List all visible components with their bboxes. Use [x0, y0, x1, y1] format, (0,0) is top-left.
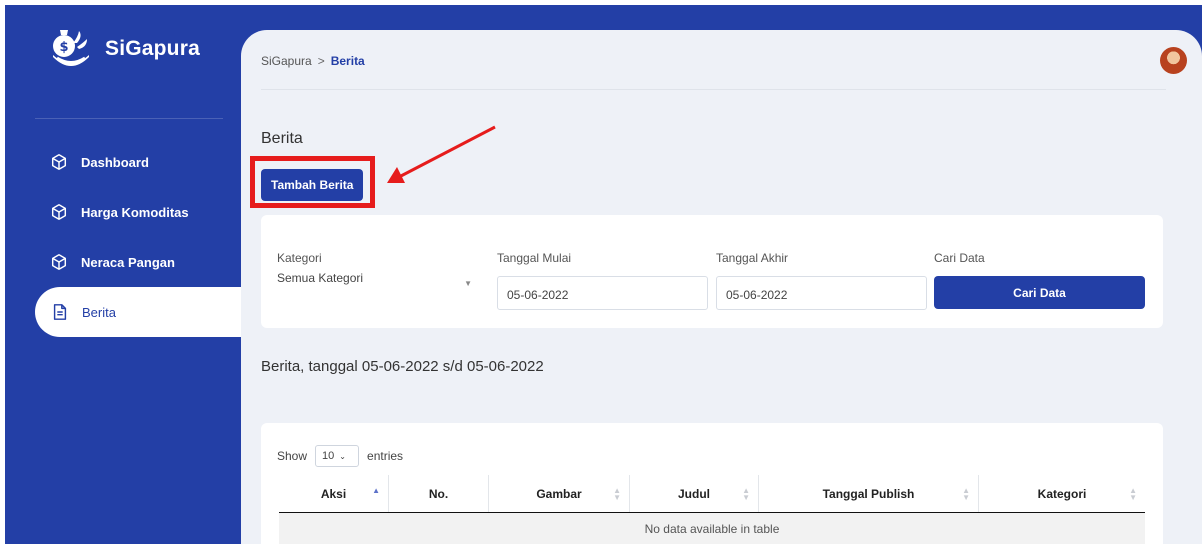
column-header-label: Gambar [536, 486, 582, 501]
sort-icon: ▲ ▼ [613, 486, 621, 502]
column-header-label: Kategori [1037, 486, 1087, 501]
table-header: Aksi ▲ No. Gambar ▲ ▼ Judul ▲ ▼ Tanggal … [279, 475, 1145, 513]
tanggal-akhir-label: Tanggal Akhir [716, 251, 789, 265]
svg-text:$: $ [59, 40, 68, 55]
sort-icon: ▲ ▼ [742, 486, 750, 502]
breadcrumb-current: Berita [330, 54, 365, 68]
column-header-gambar[interactable]: Gambar ▲ ▼ [489, 475, 630, 512]
cari-data-label: Cari Data [934, 251, 985, 265]
sidebar-item-harga-komoditas[interactable]: Harga Komoditas [5, 187, 245, 237]
column-header-label: Aksi [320, 486, 347, 501]
column-header-aksi[interactable]: Aksi ▲ [279, 475, 389, 512]
annotation-arrow-icon [387, 125, 496, 183]
breadcrumb: SiGapura > Berita [261, 54, 365, 68]
sort-icon: ▲ ▼ [1129, 486, 1137, 502]
brand[interactable]: $ SiGapura [49, 27, 200, 71]
column-header-no[interactable]: No. [389, 475, 489, 512]
kategori-select[interactable]: Semua Kategori ▼ [277, 271, 480, 301]
page-title: Berita [261, 130, 303, 147]
main-panel: SiGapura > Berita Berita Tambah Berita Kat… [241, 30, 1202, 544]
column-header-judul[interactable]: Judul ▲ ▼ [630, 475, 759, 512]
sidebar-item-label: Harga Komoditas [81, 204, 189, 220]
entries-length-select[interactable]: 10 ⌄ [315, 445, 360, 467]
table-card: Show 10 ⌄ entries Aksi ▲ No. Gambar ▲ ▼ … [261, 423, 1163, 544]
table-empty-row: No data available in table [279, 513, 1145, 544]
add-berita-button[interactable]: Tambah Berita [261, 169, 364, 201]
sidebar-divider [35, 118, 223, 119]
entries-label: entries [367, 449, 404, 463]
cari-data-button[interactable]: Cari Data [934, 276, 1145, 309]
sort-icon: ▲ ▼ [962, 486, 970, 502]
column-header-tanggal-publish[interactable]: Tanggal Publish ▲ ▼ [759, 475, 979, 512]
caret-down-icon: ▼ [464, 279, 472, 288]
sidebar-nav: Dashboard Harga Komoditas Neraca Pangan … [5, 137, 245, 337]
entries-length-value: 10 [322, 450, 335, 462]
app-window: $ SiGapura Dashboard Harga Komoditas Ner… [5, 5, 1202, 544]
sidebar-item-label: Berita [82, 304, 116, 320]
avatar[interactable] [1160, 47, 1187, 74]
cube-icon [51, 204, 67, 220]
sidebar-item-label: Dashboard [81, 154, 149, 170]
kategori-select-value: Semua Kategori [277, 271, 364, 285]
tanggal-mulai-input[interactable]: 05-06-2022 [497, 276, 708, 310]
brand-name: SiGapura [105, 37, 200, 60]
sidebar-item-berita[interactable]: Berita [35, 287, 245, 337]
tanggal-akhir-input[interactable]: 05-06-2022 [716, 276, 927, 310]
breadcrumb-separator: > [317, 54, 325, 68]
column-header-label: Tanggal Publish [822, 486, 915, 501]
document-icon [53, 304, 67, 320]
show-label: Show [277, 449, 308, 463]
kategori-label: Kategori [277, 251, 322, 265]
entries-length-control: Show 10 ⌄ entries [277, 445, 403, 467]
cube-icon [51, 254, 67, 270]
sidebar-item-neraca-pangan[interactable]: Neraca Pangan [5, 237, 245, 287]
tanggal-mulai-label: Tanggal Mulai [497, 251, 572, 265]
cube-icon [51, 154, 67, 170]
money-bag-logo-icon: $ [53, 30, 89, 66]
column-header-label: Judul [678, 486, 710, 501]
filter-card: Kategori Tanggal Mulai Tanggal Akhir Car… [261, 215, 1163, 328]
results-title: Berita, tanggal 05-06-2022 s/d 05-06-202… [261, 358, 544, 375]
column-header-label: No. [428, 486, 449, 501]
header-divider [261, 89, 1166, 90]
sidebar-item-label: Neraca Pangan [81, 254, 175, 270]
sidebar-item-dashboard[interactable]: Dashboard [5, 137, 245, 187]
column-header-kategori[interactable]: Kategori ▲ ▼ [979, 475, 1145, 512]
chevron-down-icon: ⌄ [339, 451, 346, 461]
breadcrumb-root[interactable]: SiGapura [261, 54, 312, 68]
berita-table: Aksi ▲ No. Gambar ▲ ▼ Judul ▲ ▼ Tanggal … [279, 475, 1145, 544]
sort-asc-icon: ▲ [372, 486, 380, 495]
